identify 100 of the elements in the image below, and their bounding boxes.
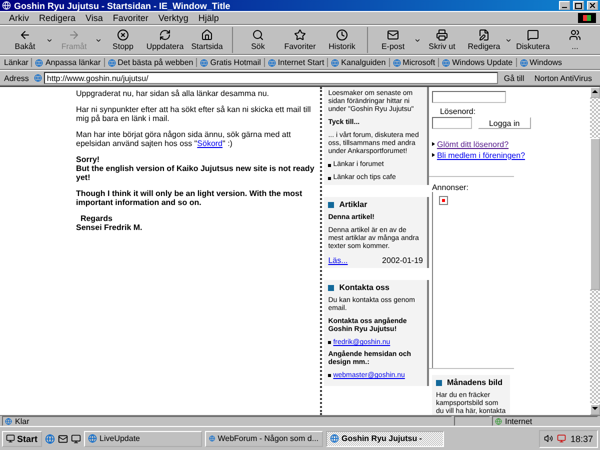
toolbar-button[interactable]: Favoriter	[279, 27, 321, 53]
start-button[interactable]: Start	[2, 430, 42, 446]
arrow-left-icon	[19, 29, 31, 41]
login-button[interactable]: Logga in	[478, 117, 531, 129]
menu-item[interactable]: Hjälp	[193, 13, 224, 23]
home-icon	[201, 29, 213, 41]
menu-item[interactable]: Redigera	[34, 13, 81, 23]
link-button[interactable]: Anpassa länkar	[31, 58, 104, 67]
scrollbar[interactable]	[590, 87, 600, 415]
toolbar-button[interactable]: Sök	[237, 27, 279, 53]
address-label: Adress	[4, 74, 30, 82]
close-button[interactable]	[587, 1, 598, 10]
menu-item[interactable]: Favoriter	[108, 13, 154, 23]
toolbar-button[interactable]: ...	[554, 27, 596, 53]
keyword-link[interactable]: Sökord	[197, 139, 223, 148]
app-icon	[330, 434, 339, 443]
toolbar-button[interactable]: Historik	[321, 27, 363, 53]
bullet-icon	[328, 374, 332, 377]
menu-item[interactable]: Visa	[80, 13, 108, 23]
edit-icon	[478, 29, 490, 41]
links-label: Länkar	[4, 58, 30, 67]
taskbar-button[interactable]: Goshin Ryu Jujutsu -	[326, 430, 444, 446]
article-date: 2002-01-19	[382, 256, 423, 265]
toolbar-button[interactable]: Redigera	[463, 27, 505, 53]
sidebar-link[interactable]: Glömt ditt lösenord?	[436, 140, 509, 149]
printer-icon	[436, 29, 448, 41]
page-icon	[5, 418, 12, 424]
content-paragraph: Regards Sensei Fredrik M.	[76, 214, 144, 232]
mail-icon[interactable]	[58, 434, 68, 444]
link-button[interactable]: Windows Update	[438, 58, 516, 67]
toolbar-button[interactable]: Startsida	[186, 27, 228, 53]
link-button[interactable]: Kanalguiden	[327, 58, 389, 67]
page-icon	[520, 58, 528, 66]
people-icon	[569, 29, 581, 41]
minimize-button[interactable]	[559, 1, 570, 10]
link-button[interactable]: Windows	[516, 58, 566, 67]
link-button[interactable]: Internet Start	[264, 58, 328, 67]
antivirus-button[interactable]: Norton AntiVirus	[530, 74, 596, 82]
app-icon	[208, 434, 215, 443]
caret-icon[interactable]	[414, 36, 421, 44]
page-icon	[35, 58, 44, 66]
square-icon	[436, 380, 442, 386]
refresh-icon	[159, 29, 171, 41]
monitor-icon[interactable]	[557, 434, 566, 443]
maximize-button[interactable]	[573, 1, 584, 10]
caret-icon[interactable]	[46, 36, 53, 44]
link-button[interactable]: Microsoft	[388, 58, 438, 67]
window-title: Goshin Ryu Jujutsu - Startsidan - IE_Window_Title	[14, 0, 232, 10]
mail-icon	[387, 29, 399, 41]
menu-item[interactable]: Verktyg	[153, 13, 194, 23]
clock-icon	[336, 29, 348, 41]
broken-image-icon	[438, 196, 448, 205]
page-icon	[108, 58, 116, 66]
page-icon	[442, 58, 450, 66]
square-icon	[328, 284, 334, 290]
caret-icon[interactable]	[505, 36, 512, 44]
globe-icon	[495, 418, 502, 424]
bullet-icon	[328, 176, 332, 180]
status-text: Klar	[15, 416, 30, 426]
search-icon	[252, 29, 264, 41]
toolbar-button[interactable]: Uppdatera	[144, 27, 186, 53]
toolbar-button[interactable]: Stopp	[102, 27, 144, 53]
panel-title: Artiklar	[339, 200, 368, 209]
panel-title: Kontakta oss	[339, 283, 390, 292]
username-field[interactable]	[432, 91, 506, 103]
page-icon	[268, 58, 276, 66]
toolbar-button[interactable]: E-post	[372, 27, 414, 53]
square-icon	[328, 202, 334, 208]
sidebar-link[interactable]: Bli medlem i föreningen?	[436, 150, 526, 160]
chat-icon	[527, 29, 539, 41]
go-button[interactable]: Gå till	[500, 74, 528, 82]
bullet-icon	[328, 341, 332, 344]
read-more-link[interactable]: Läs...	[328, 256, 348, 265]
zone-text: Internet	[505, 416, 532, 426]
status-panel	[454, 416, 490, 426]
star-icon	[294, 29, 306, 41]
link-button[interactable]: Det bästa på webben	[104, 58, 196, 67]
toolbar-button[interactable]: Diskutera	[512, 27, 554, 53]
taskbar-button[interactable]: LiveUpdate	[84, 430, 202, 446]
address-field[interactable]: http://www.goshin.nu/jujutsu/	[44, 72, 498, 84]
page-icon	[200, 58, 208, 66]
toolbar-button[interactable]: Skriv ut	[421, 27, 463, 53]
ads-label: Annonser:	[432, 182, 470, 192]
content-paragraph: Man har inte börjat göra någon sida ännu, sök gärna med att epelsidan använd sajten hos oss "Sökord" :)	[76, 130, 292, 148]
taskbar-button[interactable]: WebForum - Någon som d...	[204, 430, 323, 446]
bullet-icon	[328, 164, 332, 166]
stop-icon	[117, 29, 129, 41]
menu-item[interactable]: Arkiv	[4, 13, 34, 23]
password-field[interactable]	[432, 117, 472, 129]
toolbar-button[interactable]: Bakåt	[4, 27, 46, 53]
bullet-icon	[432, 153, 435, 158]
clock: 18:37	[570, 434, 593, 444]
speaker-icon[interactable]	[544, 434, 554, 443]
bullet-icon	[432, 142, 435, 146]
desktop-icon[interactable]	[70, 434, 81, 444]
content-paragraph: Har ni synpunkter efter att ha sökt efter så kan ni skicka ett mail till mig på bara en länk i mail.	[76, 105, 312, 123]
link-button[interactable]: Gratis Hotmail	[196, 58, 264, 67]
password-label: Lösenord:	[440, 107, 477, 116]
content-paragraph: Sorry! But the english version of Kaiko Jujutsus new site is not ready yet!	[76, 155, 316, 182]
page-icon	[331, 58, 340, 66]
